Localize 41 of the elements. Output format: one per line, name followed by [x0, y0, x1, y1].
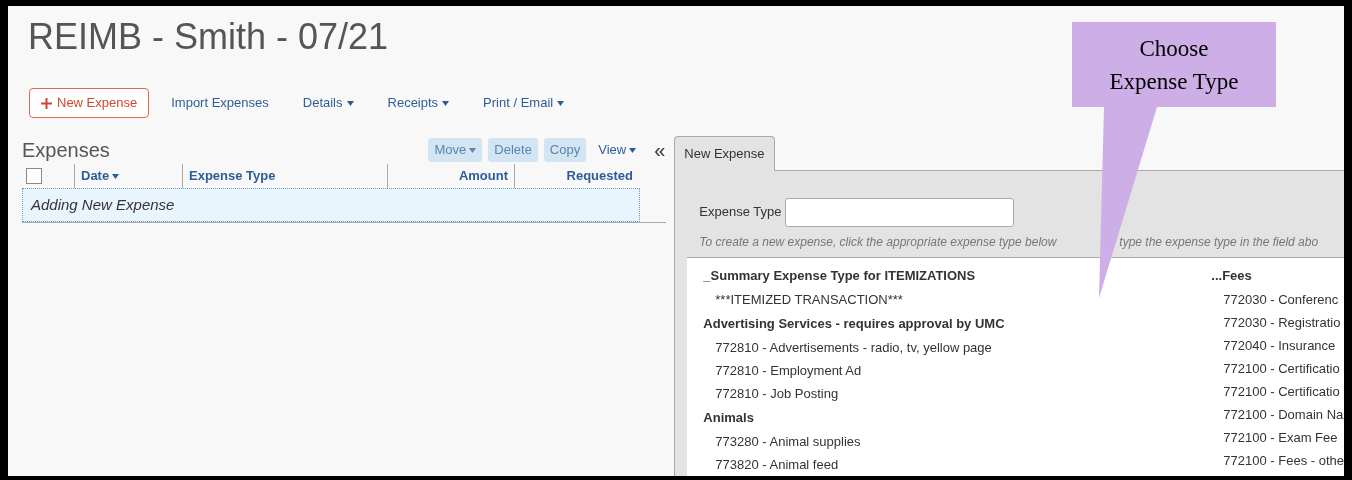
- expense-type-link[interactable]: 772810 - Job Posting: [703, 382, 1212, 406]
- expense-type-link[interactable]: ***ITEMIZED TRANSACTION***: [703, 288, 1212, 312]
- expense-type-link[interactable]: 772100 - Certificatio: [1211, 357, 1344, 381]
- expense-type-link[interactable]: 772810 - Employment Ad: [703, 359, 1212, 383]
- expense-type-field[interactable]: [785, 197, 1015, 227]
- category-heading: ...Fees: [1211, 267, 1253, 286]
- report-title: REIMB - Smith - 07/21: [28, 16, 389, 58]
- plus-icon: [41, 97, 52, 109]
- panel-title: Expenses: [22, 138, 111, 163]
- expense-type-link[interactable]: 773820 - Animal feed: [703, 453, 1212, 476]
- category-heading: Animals: [703, 409, 755, 428]
- field-label: Expense Type: [699, 203, 782, 222]
- action-button[interactable]: View: [592, 138, 643, 162]
- hint-text: To create a new expense, click the appropriate expense type below: [699, 233, 1058, 251]
- callout-label: Choose Expense Type: [1072, 22, 1276, 107]
- caret-icon: [346, 100, 354, 106]
- toolbar-link[interactable]: Import Expenses: [171, 93, 269, 113]
- toolbar-menu[interactable]: Print / Email: [483, 93, 565, 113]
- expense-type-link[interactable]: 772100 - Domain Na: [1211, 403, 1344, 427]
- collapse-button[interactable]: «: [652, 140, 668, 160]
- expense-type-link[interactable]: 772040 - Insurance: [1211, 334, 1344, 358]
- expense-row[interactable]: Adding New Expense: [22, 188, 640, 222]
- expense-type-link[interactable]: 772100 - Certificatio: [1211, 380, 1344, 404]
- expense-type-link[interactable]: 772100 - Exam Fee: [1211, 426, 1344, 450]
- expense-type-link[interactable]: 772030 - Conferenc: [1211, 288, 1344, 312]
- expense-type-link[interactable]: 772810 - Advertisements - radio, tv, yellow page: [703, 336, 1212, 360]
- caret-icon: [469, 147, 477, 153]
- tab[interactable]: New Expense: [674, 136, 775, 171]
- hint-text: type the expense type in the field abo: [1119, 233, 1319, 251]
- expense-type-link[interactable]: 772030 - Registratio: [1211, 311, 1344, 335]
- new-expense-button[interactable]: New Expense: [29, 88, 150, 118]
- caret-icon: [557, 100, 565, 106]
- expense-type-link[interactable]: 772100 - Fees - othe: [1211, 449, 1344, 473]
- toolbar-menu[interactable]: Receipts: [387, 93, 450, 113]
- select-all-checkbox[interactable]: [26, 168, 42, 184]
- expense-type-link[interactable]: 773280 - Animal supplies: [703, 430, 1212, 454]
- caret-icon: [442, 100, 450, 106]
- caret-icon: [629, 147, 637, 153]
- category-heading: Advertising Services - requires approval by UMC: [703, 315, 1006, 334]
- toolbar-menu[interactable]: Details: [302, 93, 354, 113]
- category-heading: _Summary Expense Type for ITEMIZATIONS: [703, 267, 977, 286]
